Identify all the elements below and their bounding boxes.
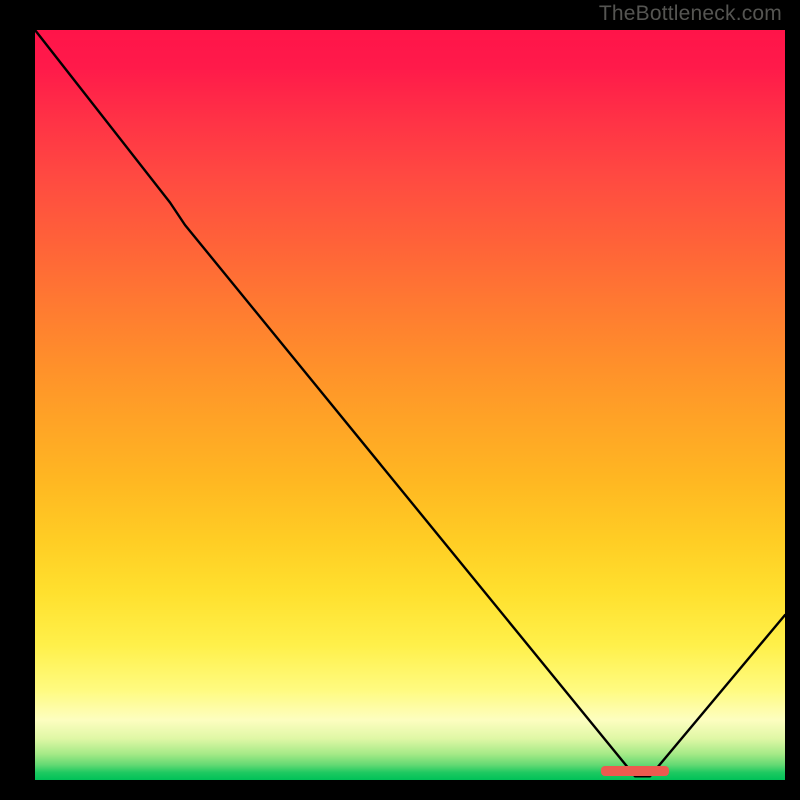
plot-area: [35, 30, 785, 780]
chart-root: TheBottleneck.com: [0, 0, 800, 800]
bottleneck-curve: [35, 30, 785, 776]
attribution-label: TheBottleneck.com: [599, 2, 782, 26]
optimum-marker: [601, 766, 669, 776]
curve-layer: [35, 30, 785, 780]
